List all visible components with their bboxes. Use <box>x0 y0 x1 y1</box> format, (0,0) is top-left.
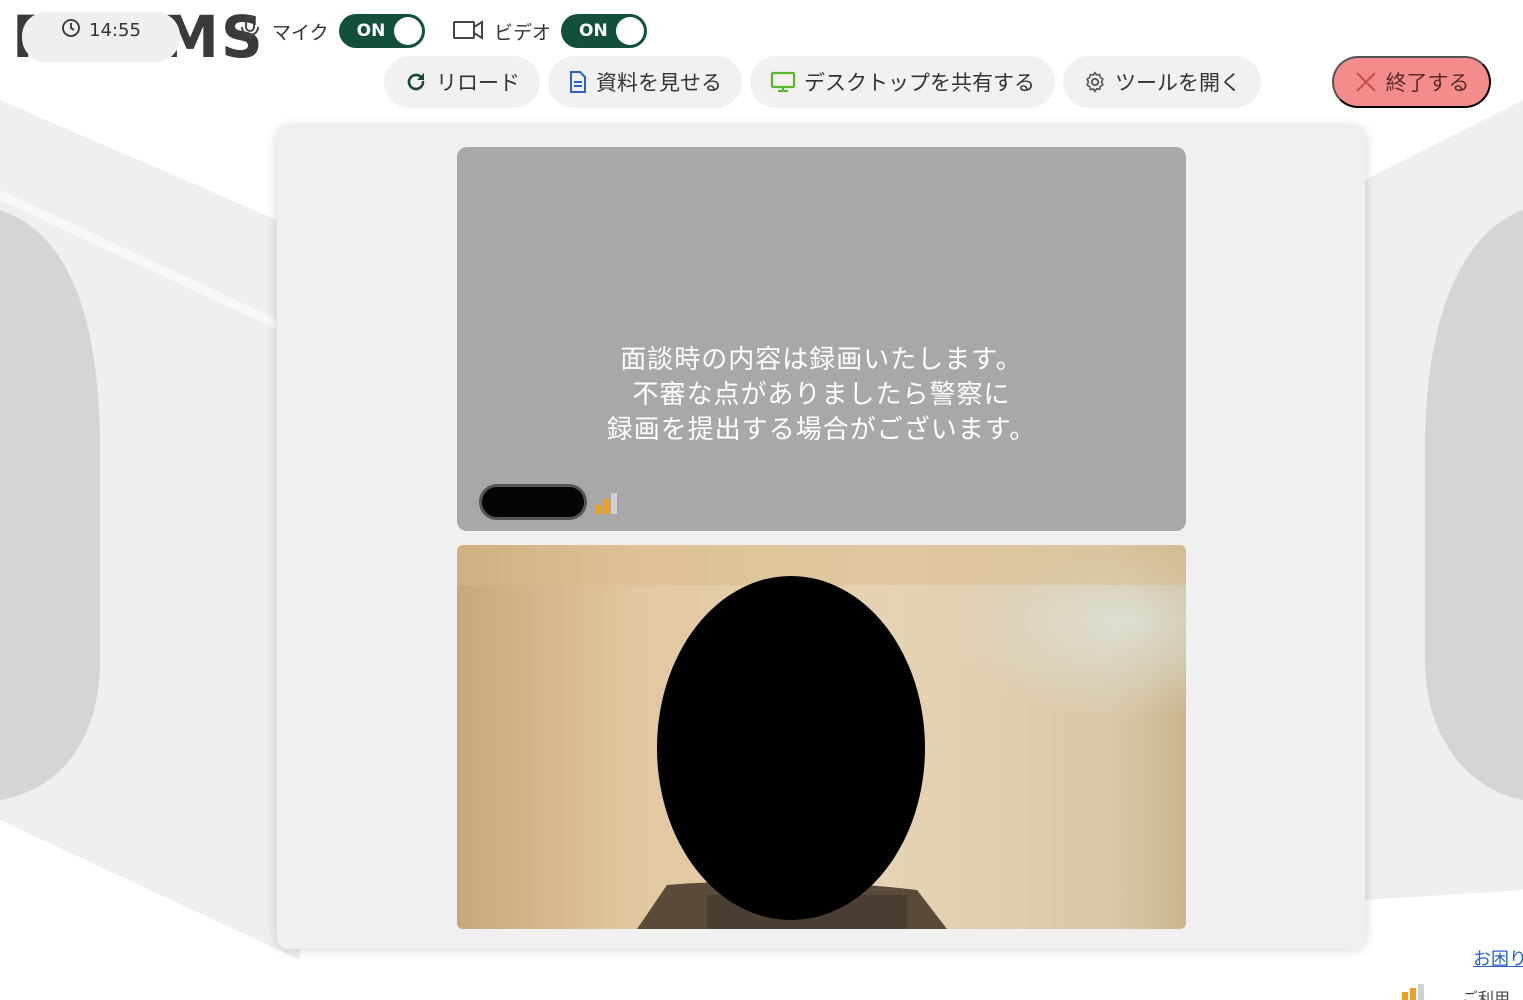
notice-line-3: 録画を提出する場合がございます。 <box>606 415 1037 445</box>
reload-label: リロード <box>436 72 520 95</box>
recording-notice: 面談時の内容は録画いたします。 不審な点がありましたら警察に 録画を提出する場合… <box>457 343 1186 448</box>
remote-video-tile: 面談時の内容は録画いたします。 不審な点がありましたら警察に 録画を提出する場合… <box>457 147 1186 531</box>
document-icon <box>568 70 588 94</box>
microphone-icon <box>238 15 262 48</box>
video-stage: 面談時の内容は録画いたします。 不審な点がありましたら警察に 録画を提出する場合… <box>277 127 1365 949</box>
close-icon <box>1354 70 1378 94</box>
video-toggle-knob <box>616 17 645 45</box>
end-call-button[interactable]: 終了する <box>1332 56 1491 108</box>
video-toggle-state: ON <box>579 21 608 41</box>
usage-label: ご利用 <box>1462 989 1511 1000</box>
redacted-face <box>657 576 925 920</box>
toolbar: リロード 資料を見せる デスクトップを共有する ツールを開く <box>384 56 1261 108</box>
show-documents-button[interactable]: 資料を見せる <box>548 56 742 108</box>
video-label: ビデオ <box>494 21 552 44</box>
connection-signal-icon <box>1400 984 1428 1000</box>
show-documents-label: 資料を見せる <box>596 72 722 95</box>
mic-toggle[interactable]: ON <box>338 14 425 48</box>
mic-control: マイク ON <box>238 14 425 48</box>
participant-name-tag-redacted <box>479 484 587 520</box>
gear-icon <box>1083 70 1107 94</box>
mic-label: マイク <box>272 21 329 44</box>
local-video-tile <box>457 545 1186 929</box>
call-time: 14:55 <box>89 19 141 41</box>
video-control: ビデオ ON <box>452 14 648 48</box>
video-camera-icon <box>452 17 484 46</box>
video-toggle[interactable]: ON <box>561 14 648 48</box>
open-tools-button[interactable]: ツールを開く <box>1063 56 1261 108</box>
share-desktop-label: デスクトップを共有する <box>804 72 1035 95</box>
signal-strength-icon <box>593 491 623 519</box>
monitor-icon <box>770 70 796 94</box>
mic-toggle-state: ON <box>356 21 386 41</box>
mic-toggle-knob <box>393 17 422 45</box>
notice-line-1: 面談時の内容は録画いたします。 <box>620 345 1023 375</box>
notice-line-2: 不審な点がありましたら警察に <box>632 380 1011 410</box>
help-link[interactable]: お困り <box>1473 945 1523 971</box>
call-timer: 14:55 <box>22 12 180 62</box>
reload-icon <box>404 70 428 94</box>
share-desktop-button[interactable]: デスクトップを共有する <box>750 56 1055 108</box>
clock-icon <box>61 18 81 43</box>
end-call-label: 終了する <box>1385 72 1470 95</box>
open-tools-label: ツールを開く <box>1115 72 1241 95</box>
reload-button[interactable]: リロード <box>384 56 540 108</box>
local-camera-feed <box>457 545 1186 929</box>
